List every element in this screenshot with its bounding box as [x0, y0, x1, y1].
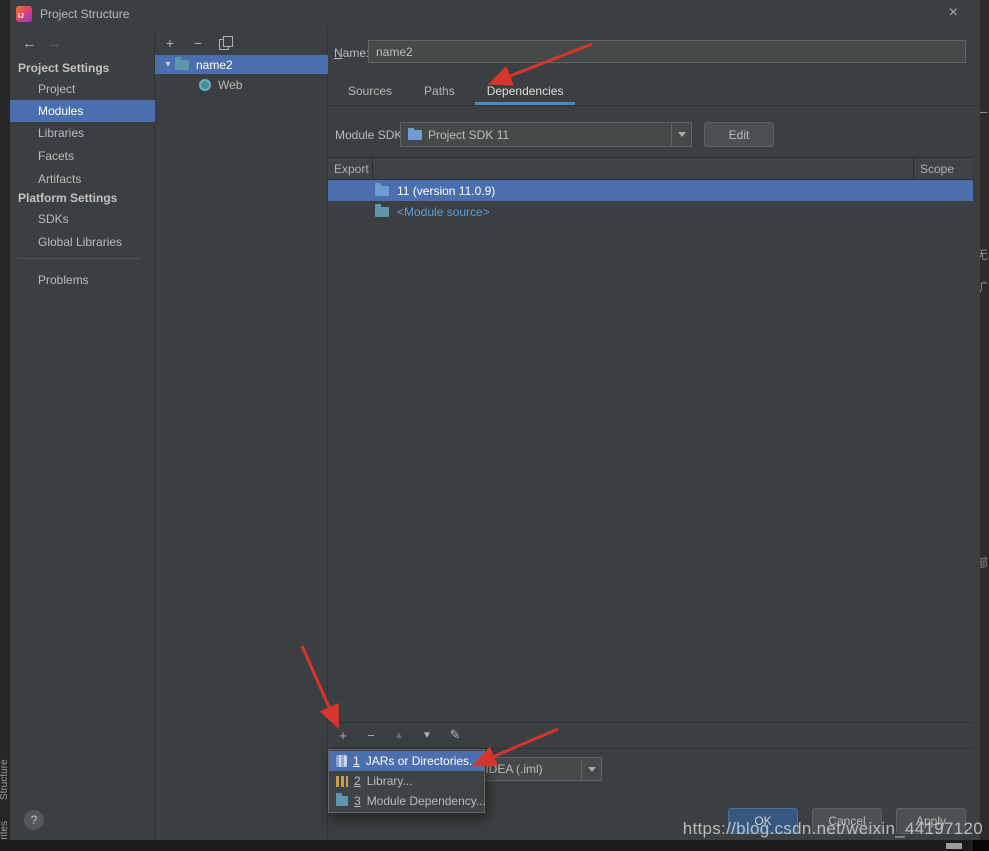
module-icon	[336, 796, 348, 806]
sidebar-item-modules[interactable]: Modules	[10, 100, 155, 122]
dependency-label: 11 (version 11.0.9)	[397, 184, 495, 198]
module-tree-panel: + − ▾ name2 Web	[155, 28, 328, 840]
tree-node-label: Web	[218, 78, 242, 92]
column-header-scope[interactable]: Scope	[913, 158, 973, 179]
module-sdk-combobox[interactable]: Project SDK 11	[400, 122, 692, 147]
popup-item-library[interactable]: 2 Library...	[329, 771, 484, 791]
sidebar-item-facets[interactable]: Facets	[10, 145, 155, 167]
tree-node-web-facet[interactable]: Web	[155, 75, 328, 94]
module-sdk-value: Project SDK 11	[428, 128, 509, 142]
add-dependency-popup: 1 JARs or Directories... 2 Library... 3 …	[328, 749, 485, 813]
sidebar-item-project[interactable]: Project	[10, 78, 155, 100]
dialog-title: Project Structure	[40, 7, 129, 21]
tabs-separator	[328, 105, 980, 106]
dialog-titlebar: IJ Project Structure ×	[10, 0, 980, 28]
module-tabs: Sources Paths Dependencies	[336, 78, 575, 105]
move-up-icon: ▲	[392, 730, 406, 741]
module-sdk-label: Module SDK:	[335, 128, 406, 142]
watermark-text: https://blog.csdn.net/weixin_44197120	[683, 819, 983, 839]
table-bottom-separator	[328, 722, 973, 723]
move-down-icon[interactable]: ▼	[420, 730, 434, 741]
bottom-edge-strip	[0, 840, 989, 851]
tree-node-label: name2	[196, 58, 233, 72]
column-header-dependency[interactable]	[373, 158, 913, 179]
horizontal-scrollbar-thumb[interactable]	[946, 843, 962, 849]
section-header-platform-settings: Platform Settings	[18, 191, 117, 205]
dependencies-table-header: Export Scope	[328, 157, 973, 180]
add-module-icon[interactable]: +	[163, 35, 177, 51]
tree-node-module[interactable]: ▾ name2	[155, 55, 328, 74]
sidebar-item-artifacts[interactable]: Artifacts	[10, 168, 155, 190]
help-button[interactable]: ?	[24, 810, 44, 830]
ide-left-toolwindow-bar	[0, 0, 10, 851]
dependencies-toolbar: + − ▲ ▼ ✎	[336, 724, 462, 746]
toolwindow-button-structure[interactable]: Structure	[0, 759, 10, 800]
sidebar-item-libraries[interactable]: Libraries	[10, 122, 155, 144]
remove-dependency-icon[interactable]: −	[364, 728, 378, 743]
dependency-row-module-source[interactable]: <Module source>	[328, 201, 973, 222]
jar-icon	[336, 755, 347, 767]
sdk-icon	[408, 130, 422, 140]
popup-item-label: Module Dependency...	[367, 794, 486, 808]
edit-dependency-icon[interactable]: ✎	[448, 727, 462, 743]
popup-item-label: Library...	[367, 774, 413, 788]
screen: Structure Favorites 一 无 扩 部 IJ Project S…	[0, 0, 989, 851]
tab-paths[interactable]: Paths	[412, 78, 467, 105]
tab-dependencies[interactable]: Dependencies	[475, 78, 576, 105]
sidebar-item-sdks[interactable]: SDKs	[10, 208, 155, 230]
bottom-right-corner	[973, 840, 989, 851]
section-header-project-settings: Project Settings	[18, 61, 109, 75]
dependency-row-jdk[interactable]: 11 (version 11.0.9)	[328, 180, 973, 201]
dependency-label: <Module source>	[397, 205, 490, 219]
web-facet-icon	[199, 79, 211, 91]
module-icon	[175, 60, 189, 70]
module-name-input[interactable]	[368, 40, 966, 63]
jdk-icon	[375, 186, 389, 196]
module-source-icon	[375, 207, 389, 217]
copy-module-icon[interactable]	[219, 36, 232, 50]
edit-sdk-button[interactable]: Edit	[704, 122, 774, 147]
forward-arrow-icon: →	[47, 35, 62, 52]
popup-item-module-dependency[interactable]: 3 Module Dependency...	[329, 791, 484, 811]
popup-item-jars-or-directories[interactable]: 1 JARs or Directories...	[329, 751, 484, 771]
back-arrow-icon[interactable]: ←	[22, 35, 37, 52]
combo-arrow-icon[interactable]	[581, 758, 601, 780]
background-right-strip	[980, 0, 989, 851]
popup-item-label: JARs or Directories...	[366, 754, 479, 768]
settings-sidebar: ← → Project Settings Project Modules Lib…	[10, 28, 155, 840]
tab-sources[interactable]: Sources	[336, 78, 404, 105]
intellij-logo-icon: IJ	[16, 6, 32, 22]
module-editor-panel: Name: Sources Paths Dependencies Module …	[328, 28, 980, 840]
tree-toolbar: + −	[163, 33, 232, 53]
chevron-down-icon[interactable]: ▾	[161, 59, 175, 70]
library-icon	[336, 776, 348, 787]
name-label: Name:	[334, 46, 369, 60]
add-dependency-icon[interactable]: +	[336, 728, 350, 743]
sidebar-item-problems[interactable]: Problems	[10, 269, 155, 291]
column-header-export[interactable]: Export	[328, 158, 373, 179]
sidebar-item-global-libraries[interactable]: Global Libraries	[10, 231, 155, 253]
remove-module-icon[interactable]: −	[191, 35, 205, 51]
sidebar-divider	[18, 258, 140, 259]
close-icon[interactable]: ×	[949, 4, 958, 22]
combo-arrow-icon[interactable]	[671, 123, 691, 146]
